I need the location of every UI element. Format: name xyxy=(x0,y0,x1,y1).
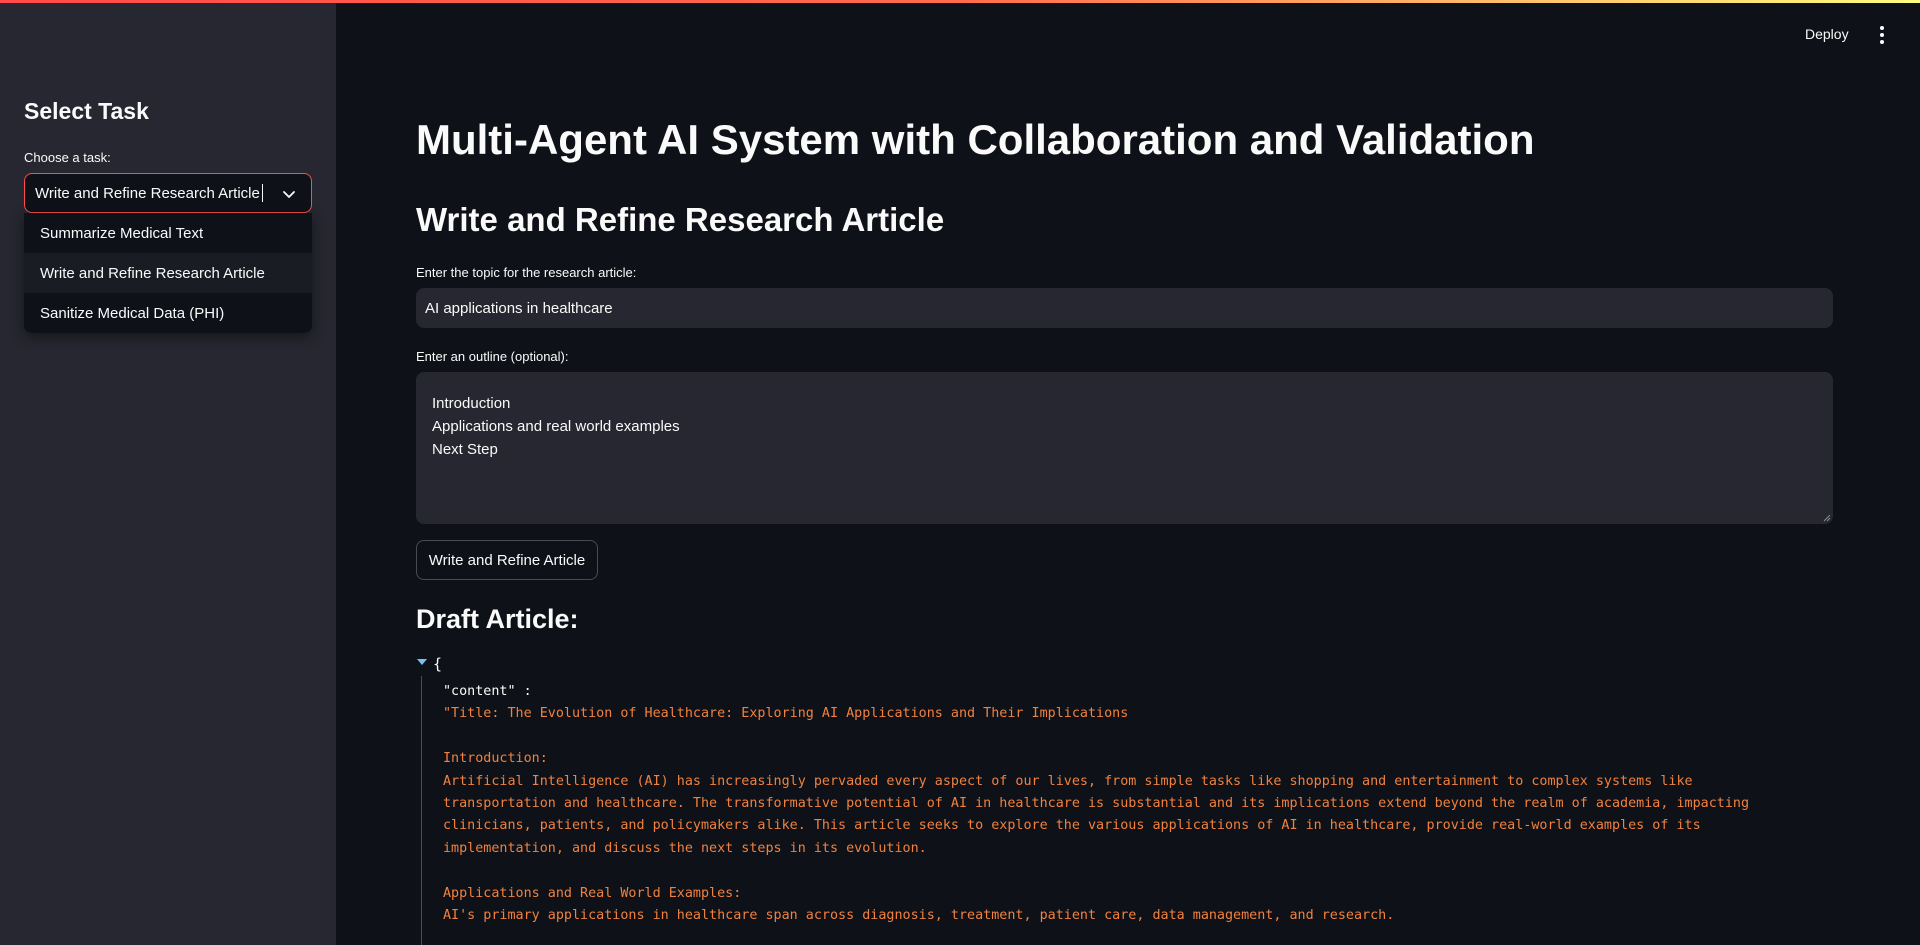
json-string-line: clinicians, patients, and policymakers a… xyxy=(443,818,1701,834)
resize-handle-icon[interactable] xyxy=(1823,514,1831,522)
sidebar-title: Select Task xyxy=(24,98,149,124)
outline-line: Applications and real world examples xyxy=(432,418,680,435)
draft-article-heading: Draft Article: xyxy=(416,604,579,634)
page-title: Multi-Agent AI System with Collaboration… xyxy=(416,116,1535,163)
task-select-value: Write and Refine Research Article xyxy=(35,184,260,202)
json-string-line: Introduction: xyxy=(443,751,548,767)
chevron-down-icon[interactable] xyxy=(281,186,297,202)
deploy-button[interactable]: Deploy xyxy=(1805,26,1849,42)
sidebar: Select Task Choose a task: Write and Ref… xyxy=(0,0,336,945)
section-title: Write and Refine Research Article xyxy=(416,201,945,238)
json-string-line: implementation, and discuss the next ste… xyxy=(443,840,927,856)
json-viewer: "content" : "Title: The Evolution of Hea… xyxy=(443,681,1823,927)
collapse-toggle-icon[interactable] xyxy=(417,659,427,665)
dropdown-option-summarize[interactable]: Summarize Medical Text xyxy=(24,213,312,253)
text-caret xyxy=(261,184,263,202)
topic-label: Enter the topic for the research article… xyxy=(416,265,637,280)
dropdown-option-sanitize[interactable]: Sanitize Medical Data (PHI) xyxy=(24,293,312,333)
json-key: "content" : xyxy=(443,684,532,699)
json-string-line: AI's primary applications in healthcare … xyxy=(443,908,1395,924)
write-refine-button[interactable]: Write and Refine Article xyxy=(416,540,598,580)
dropdown-option-write-refine[interactable]: Write and Refine Research Article xyxy=(24,253,312,293)
json-indent-guide xyxy=(421,676,422,945)
task-select[interactable]: Write and Refine Research Article xyxy=(24,173,312,213)
outline-textarea[interactable]: Introduction Applications and real world… xyxy=(416,372,1833,524)
json-string-line: Applications and Real World Examples: xyxy=(443,885,742,901)
top-decoration-bar xyxy=(0,0,1920,3)
json-string-line xyxy=(443,726,1823,748)
topic-input[interactable]: AI applications in healthcare xyxy=(416,288,1833,328)
outline-line: Next Step xyxy=(432,441,498,458)
outline-label: Enter an outline (optional): xyxy=(416,349,569,364)
json-string-line: Artificial Intelligence (AI) has increas… xyxy=(443,773,1693,789)
task-dropdown-menu: Summarize Medical Text Write and Refine … xyxy=(24,213,312,333)
json-string-line: transportation and healthcare. The trans… xyxy=(443,796,1750,812)
select-label: Choose a task: xyxy=(24,150,111,165)
kebab-icon[interactable] xyxy=(1876,26,1888,46)
json-string-line xyxy=(443,860,1823,882)
json-open-brace: { xyxy=(433,655,443,673)
json-string-line: "Title: The Evolution of Healthcare: Exp… xyxy=(443,706,1129,722)
outline-line: Introduction xyxy=(432,395,511,412)
